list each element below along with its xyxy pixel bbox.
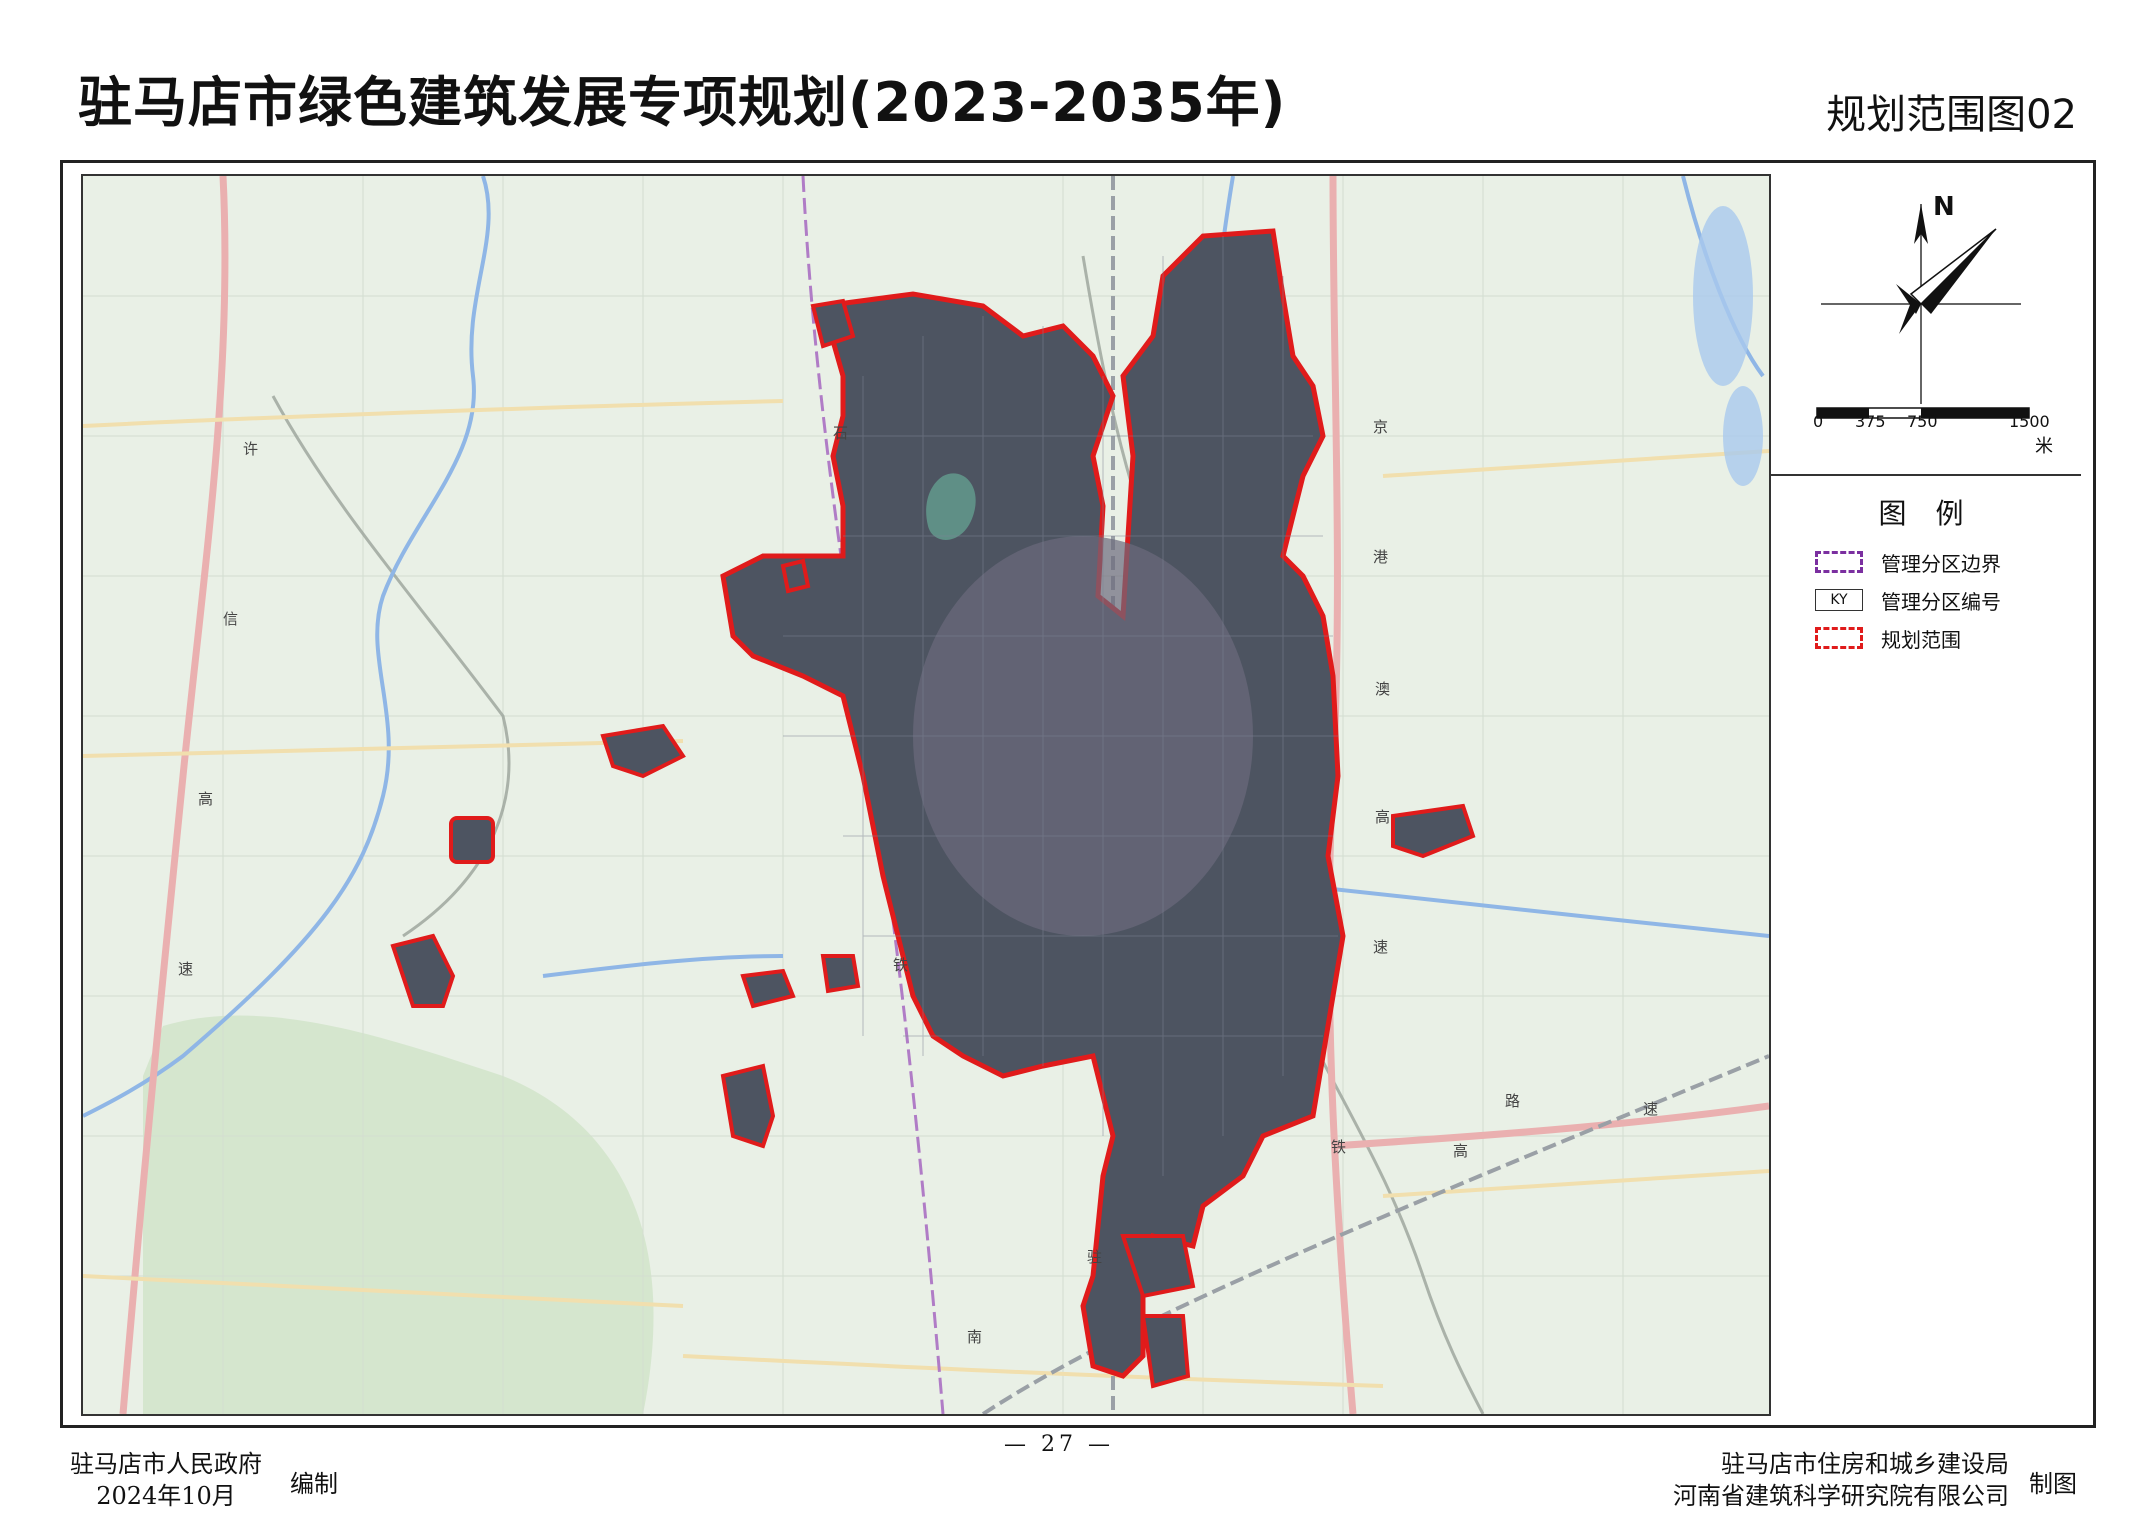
map-title: 驻马店市绿色建筑发展专项规划(2023-2035年)	[78, 71, 1287, 134]
road-label: 京	[1373, 418, 1389, 436]
scale-label: 1500	[2009, 412, 2050, 431]
road-label: 高	[1375, 808, 1391, 826]
road-label: 澳	[1375, 680, 1391, 698]
legend-item-district-code: KY 管理分区编号	[1815, 584, 2001, 616]
legend-item-planning-scope: 规划范围	[1815, 622, 1961, 654]
road-label: 速	[1643, 1100, 1659, 1118]
legend-item-district-boundary: 管理分区边界	[1815, 546, 2001, 578]
north-label: N	[1933, 192, 1955, 222]
footer-right: 驻马店市住房和城乡建设局 河南省建筑科学研究院有限公司	[1673, 1448, 2009, 1512]
footer-left: 驻马店市人民政府 2024年10月	[70, 1448, 262, 1512]
side-panel: N 0 375 750 1500 米 图 例 管理分区边界 KY 管理分区编号 …	[1769, 174, 2081, 1412]
road-label: 南	[967, 1328, 983, 1346]
code-box-icon: KY	[1815, 589, 1863, 611]
road-label: 高	[198, 790, 214, 808]
legend-label: 管理分区编号	[1881, 589, 2001, 614]
scale-label: 0	[1813, 412, 1824, 431]
page-number: — 27 —	[1004, 1432, 1114, 1457]
legend-label: 规划范围	[1881, 627, 1961, 652]
road-label: 铁	[893, 956, 909, 974]
red-dashed-box-icon	[1815, 627, 1863, 649]
compiler-org: 驻马店市人民政府	[70, 1450, 262, 1478]
map-frame: 许 信 高 速 石 铁 京 港 澳 高 速 路 速 高 驻 南 铁 N 0 37…	[60, 160, 2096, 1428]
map-canvas[interactable]: 许 信 高 速 石 铁 京 港 澳 高 速 路 速 高 驻 南 铁	[81, 174, 1771, 1416]
compiler-tag: 编制	[290, 1470, 338, 1498]
road-label: 高	[1453, 1142, 1469, 1160]
legend-label: 管理分区边界	[1881, 551, 2001, 576]
road-label: 港	[1373, 548, 1389, 566]
purple-dashed-box-icon	[1815, 551, 1863, 573]
road-label: 信	[223, 610, 239, 628]
scale-label: 750	[1907, 412, 1938, 431]
compile-date: 2024年10月	[96, 1482, 236, 1510]
road-label: 速	[1373, 938, 1389, 956]
map-subtitle: 规划范围图02	[1826, 92, 2077, 138]
road-label: 速	[178, 960, 194, 978]
mapper-tag: 制图	[2029, 1470, 2077, 1498]
compass-panel: N 0 375 750 1500 米	[1771, 174, 2081, 476]
road-label: 许	[243, 440, 259, 458]
road-label: 铁	[1331, 1138, 1347, 1156]
mapper-org-2: 河南省建筑科学研究院有限公司	[1673, 1482, 2009, 1510]
road-label: 石	[833, 424, 849, 442]
road-label: 驻	[1087, 1248, 1103, 1266]
road-label: 路	[1505, 1092, 1521, 1110]
map-svg	[83, 176, 1769, 1414]
scale-label: 375	[1855, 412, 1886, 431]
scale-unit: 米	[2035, 436, 2053, 457]
legend-title: 图 例	[1878, 497, 1974, 530]
mapper-org-1: 驻马店市住房和城乡建设局	[1721, 1450, 2009, 1478]
